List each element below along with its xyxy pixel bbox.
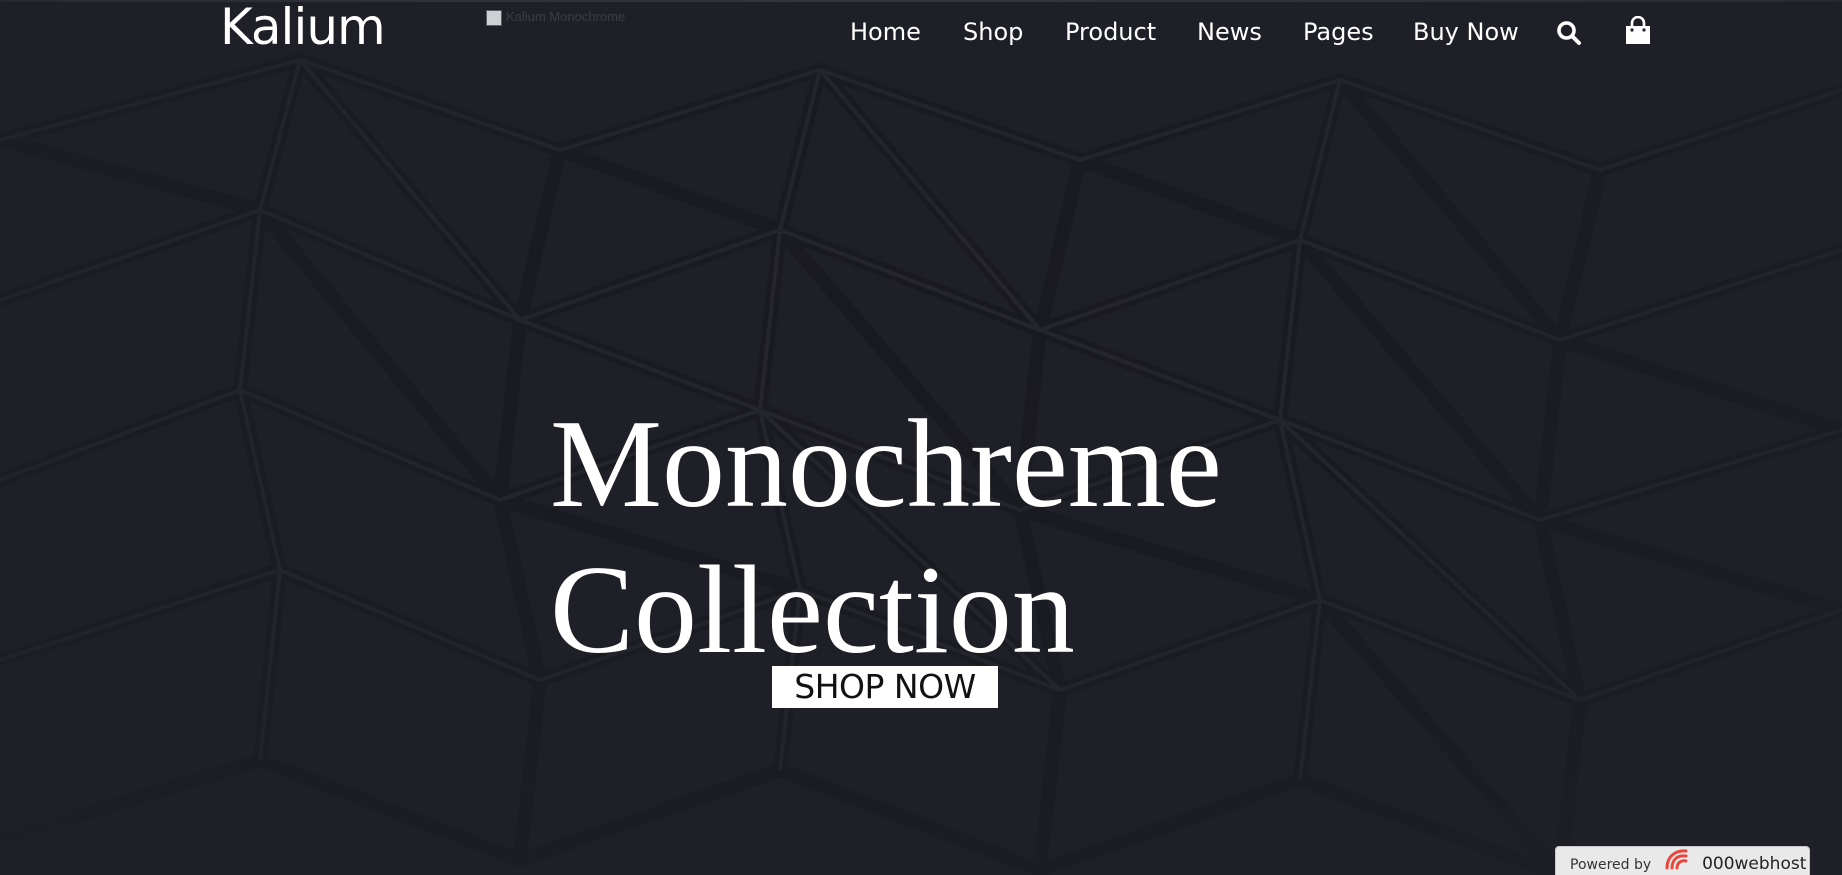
nav-item-shop[interactable]: Shop [963,14,1023,50]
hero-title-line-1: Monochreme [550,395,1222,534]
page: Kalium Kalium Monochrome Home Shop Produ… [0,0,1842,875]
000webhost-brand-text: 000webhost [1702,854,1807,874]
nav-item-buy-now[interactable]: Buy Now [1413,14,1519,50]
hero-title-line-2: Collection [550,541,1075,680]
search-icon[interactable] [1556,20,1582,51]
nav-item-pages[interactable]: Pages [1303,14,1374,50]
shopping-bag-icon[interactable] [1624,15,1652,51]
nav-item-news[interactable]: News [1197,14,1262,50]
main-navigation: Home Shop Product News Pages Buy Now [0,14,1842,50]
nav-item-home[interactable]: Home [850,14,921,50]
000webhost-logo-icon [1664,848,1694,875]
powered-by-badge[interactable]: Powered by 000webhost [1555,846,1810,875]
shop-now-button[interactable]: SHOP NOW [772,666,998,708]
nav-item-product[interactable]: Product [1065,14,1156,50]
hero-title: Monochreme Collection [550,392,1222,684]
powered-by-label: Powered by [1570,857,1652,873]
